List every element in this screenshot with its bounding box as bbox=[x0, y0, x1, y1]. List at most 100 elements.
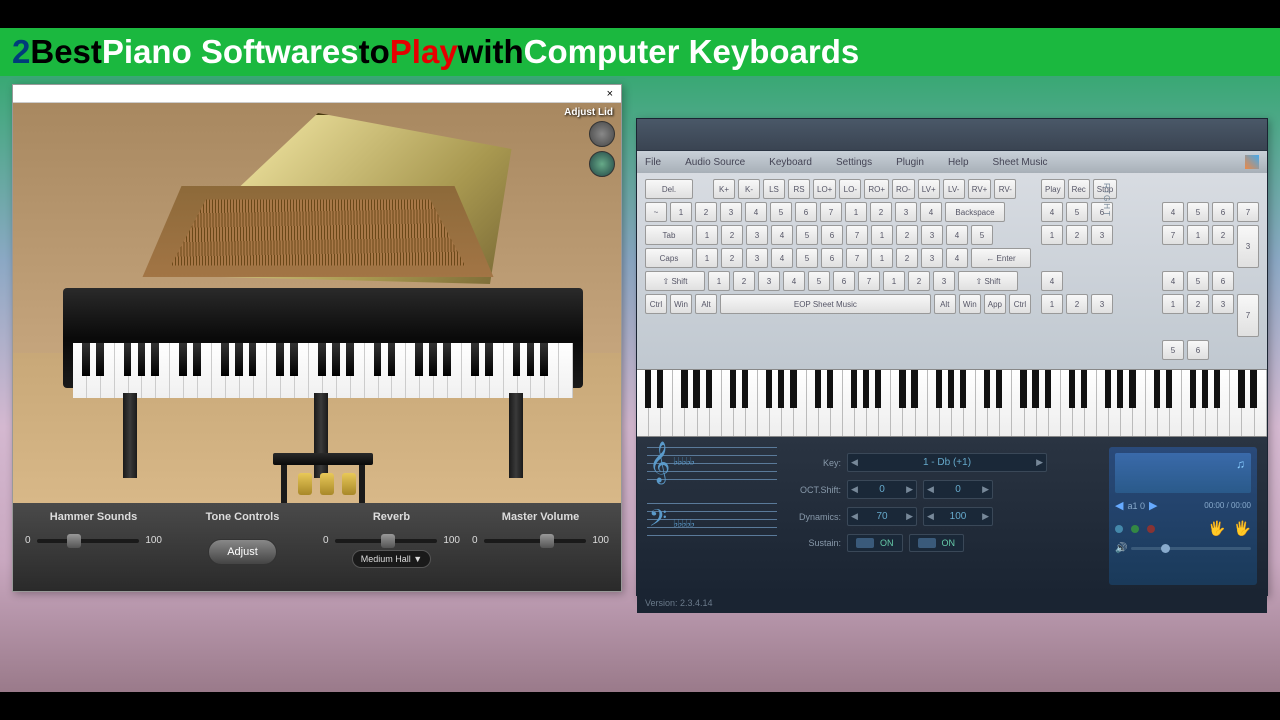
kb-key[interactable]: 5 bbox=[796, 248, 818, 268]
kb-key[interactable]: 3 bbox=[746, 248, 768, 268]
kb-key[interactable]: 1 bbox=[1041, 225, 1063, 245]
menu-file[interactable]: File bbox=[645, 157, 661, 168]
kb-key[interactable]: 1 bbox=[696, 248, 718, 268]
play-icon[interactable]: ◀ bbox=[1115, 499, 1123, 512]
kb-key[interactable]: 4 bbox=[1162, 202, 1184, 222]
kb-key[interactable]: LS bbox=[763, 179, 785, 199]
kb-key[interactable]: 4 bbox=[783, 271, 805, 291]
kb-key[interactable]: 2 bbox=[695, 202, 717, 222]
kb-key[interactable]: App bbox=[984, 294, 1006, 314]
kb-key[interactable]: 5 bbox=[1187, 202, 1209, 222]
kb-key[interactable]: 5 bbox=[796, 225, 818, 245]
kb-key[interactable]: 2 bbox=[1066, 294, 1088, 314]
kb-key[interactable]: Win bbox=[670, 294, 692, 314]
menu-help[interactable]: Help bbox=[948, 157, 969, 168]
menu-keyboard[interactable]: Keyboard bbox=[769, 157, 812, 168]
kb-key[interactable]: 1 bbox=[871, 248, 893, 268]
menu-settings[interactable]: Settings bbox=[836, 157, 872, 168]
kb-key[interactable]: 2 bbox=[1187, 294, 1209, 314]
kb-key[interactable]: 1 bbox=[670, 202, 692, 222]
hammer-slider[interactable] bbox=[37, 539, 140, 543]
kb-key[interactable]: 4 bbox=[771, 248, 793, 268]
kb-key[interactable]: Backspace bbox=[945, 202, 1005, 222]
dyn-right[interactable]: ◀100▶ bbox=[923, 507, 993, 526]
kb-key[interactable]: Del. bbox=[645, 179, 693, 199]
kb-key[interactable]: 7 bbox=[846, 248, 868, 268]
kb-key[interactable]: Alt bbox=[934, 294, 956, 314]
kb-key[interactable]: 3 bbox=[895, 202, 917, 222]
virtual-piano-keys[interactable] bbox=[637, 369, 1267, 437]
kb-key[interactable]: 4 bbox=[1041, 202, 1063, 222]
menu-plugin[interactable]: Plugin bbox=[896, 157, 924, 168]
kb-key[interactable]: 2 bbox=[896, 225, 918, 245]
kb-key[interactable]: 1 bbox=[1187, 225, 1209, 245]
kb-key[interactable]: 5 bbox=[1187, 271, 1209, 291]
kb-key[interactable]: K+ bbox=[713, 179, 735, 199]
kb-key[interactable]: LV- bbox=[943, 179, 965, 199]
kb-key[interactable]: 7 bbox=[1162, 225, 1184, 245]
kb-key[interactable]: 7 bbox=[846, 225, 868, 245]
kb-key[interactable]: LO+ bbox=[813, 179, 836, 199]
kb-key[interactable]: 4 bbox=[946, 225, 968, 245]
kb-key[interactable]: LO- bbox=[839, 179, 861, 199]
kb-key[interactable]: RO+ bbox=[864, 179, 889, 199]
kb-key[interactable]: 2 bbox=[721, 225, 743, 245]
kb-key[interactable]: ~ bbox=[645, 202, 667, 222]
kb-key[interactable]: 7 bbox=[1237, 294, 1259, 337]
kb-key[interactable]: RO- bbox=[892, 179, 915, 199]
kb-key[interactable]: 2 bbox=[1212, 225, 1234, 245]
kb-key[interactable]: ← Enter bbox=[971, 248, 1031, 268]
kb-key[interactable]: 4 bbox=[920, 202, 942, 222]
kb-key[interactable]: 1 bbox=[1162, 294, 1184, 314]
kb-key[interactable]: Play bbox=[1041, 179, 1065, 199]
kb-key[interactable]: 1 bbox=[871, 225, 893, 245]
kb-key[interactable]: EOP Sheet Music bbox=[720, 294, 931, 314]
kb-key[interactable]: 4 bbox=[1041, 271, 1063, 291]
grid-icon[interactable] bbox=[1245, 155, 1259, 169]
left-hand-icon[interactable]: 🖐 bbox=[1208, 520, 1225, 537]
kb-key[interactable]: 2 bbox=[870, 202, 892, 222]
kb-key[interactable]: Tab bbox=[645, 225, 693, 245]
kb-key[interactable]: 3 bbox=[1091, 225, 1113, 245]
kb-key[interactable]: Ctrl bbox=[645, 294, 667, 314]
kb-key[interactable]: 6 bbox=[821, 248, 843, 268]
sustain-left-toggle[interactable]: ON bbox=[847, 534, 903, 552]
speaker-icon[interactable]: 🔊 bbox=[1115, 543, 1127, 554]
volume-slider[interactable] bbox=[1131, 547, 1251, 550]
menu-sheet[interactable]: Sheet Music bbox=[993, 157, 1048, 168]
kb-key[interactable]: 5 bbox=[971, 225, 993, 245]
kb-key[interactable]: 1 bbox=[845, 202, 867, 222]
kb-key[interactable]: RS bbox=[788, 179, 810, 199]
kb-key[interactable]: Ctrl bbox=[1009, 294, 1031, 314]
kb-key[interactable]: 6 bbox=[833, 271, 855, 291]
next-icon[interactable]: ▶ bbox=[1149, 499, 1157, 512]
kb-key[interactable]: 7 bbox=[858, 271, 880, 291]
kb-key[interactable]: 3 bbox=[933, 271, 955, 291]
kb-key[interactable]: 7 bbox=[1237, 202, 1259, 222]
kb-key[interactable]: 1 bbox=[708, 271, 730, 291]
kb-key[interactable]: ⇧ Shift bbox=[645, 271, 705, 291]
kb-key[interactable]: Caps bbox=[645, 248, 693, 268]
close-button[interactable]: × bbox=[603, 88, 617, 100]
kb-key[interactable]: 6 bbox=[1212, 202, 1234, 222]
key-selector[interactable]: ◀1 - Db (+1)▶ bbox=[847, 453, 1047, 472]
oct-right[interactable]: ◀0▶ bbox=[923, 480, 993, 499]
kb-key[interactable]: Win bbox=[959, 294, 981, 314]
kb-key[interactable]: 2 bbox=[908, 271, 930, 291]
kb-key[interactable]: 4 bbox=[1162, 271, 1184, 291]
kb-key[interactable]: 2 bbox=[733, 271, 755, 291]
kb-key[interactable]: Alt bbox=[695, 294, 717, 314]
kb-key[interactable]: 4 bbox=[745, 202, 767, 222]
kb-key[interactable]: RV+ bbox=[968, 179, 992, 199]
kb-key[interactable]: 3 bbox=[1212, 294, 1234, 314]
kb-key[interactable]: 1 bbox=[883, 271, 905, 291]
kb-key[interactable]: 5 bbox=[1162, 340, 1184, 360]
kb-key[interactable]: 3 bbox=[720, 202, 742, 222]
kb-key[interactable]: 3 bbox=[921, 225, 943, 245]
kb-key[interactable]: 4 bbox=[946, 248, 968, 268]
sustain-right-toggle[interactable]: ON bbox=[909, 534, 965, 552]
help-knob-icon[interactable] bbox=[589, 151, 615, 177]
adjust-button[interactable]: Adjust bbox=[208, 539, 277, 565]
kb-key[interactable]: 2 bbox=[1066, 225, 1088, 245]
kb-key[interactable]: ⇧ Shift bbox=[958, 271, 1018, 291]
